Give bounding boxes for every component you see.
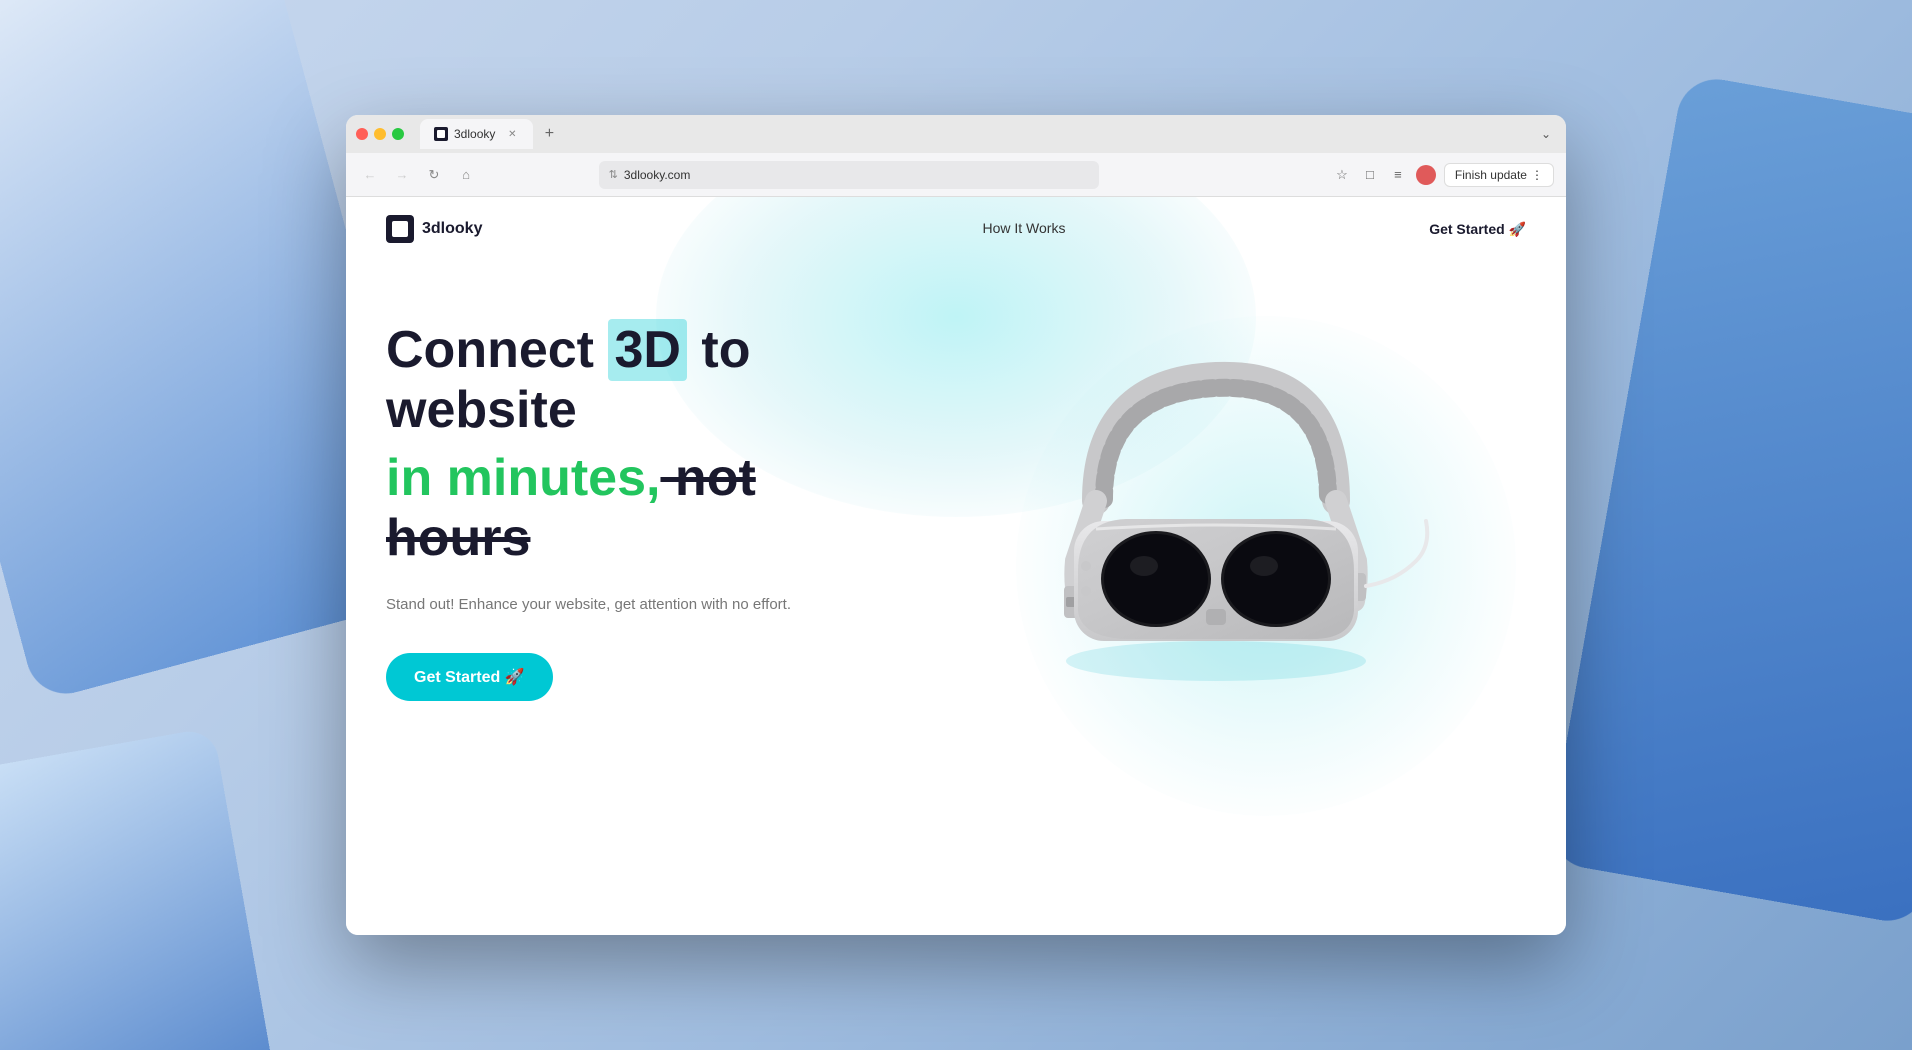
hero-right — [906, 321, 1526, 701]
website-content: 3dlooky How It Works Get Started 🚀 Conne… — [346, 197, 1566, 935]
user-avatar[interactable] — [1416, 165, 1436, 185]
address-right-controls: ☆ □ ≡ Finish update ⋮ — [1332, 163, 1554, 187]
hero-cta-label: Get Started 🚀 — [414, 667, 525, 687]
active-tab[interactable]: 3dlooky ✕ — [420, 119, 533, 149]
extensions-icon[interactable]: □ — [1360, 165, 1380, 185]
hero-title-line1: Connect 3D to website — [386, 321, 906, 441]
url-bar[interactable]: ⇅ 3dlooky.com — [599, 161, 1099, 189]
hero-title-connect: Connect — [386, 321, 608, 379]
address-bar: ← → ↻ ⌂ ⇅ 3dlooky.com ☆ □ ≡ Finish updat… — [346, 153, 1566, 197]
tab-group: 3dlooky ✕ + — [420, 119, 561, 149]
hero-title-line2: in minutes, not hours — [386, 449, 906, 569]
toolbar-icon[interactable]: ≡ — [1388, 165, 1408, 185]
home-button[interactable]: ⌂ — [454, 163, 478, 187]
more-options-icon: ⋮ — [1531, 168, 1543, 182]
finish-update-button[interactable]: Finish update ⋮ — [1444, 163, 1554, 187]
bg-shape-bottom-left — [0, 727, 282, 1050]
finish-update-label: Finish update — [1455, 168, 1527, 182]
logo-icon — [386, 215, 414, 243]
tab-favicon-inner — [437, 130, 445, 138]
bookmark-icon[interactable]: ☆ — [1332, 165, 1352, 185]
hero-title-3d: 3D — [608, 319, 686, 381]
forward-button[interactable]: → — [390, 163, 414, 187]
traffic-lights — [356, 128, 404, 140]
nav-links: How It Works — [982, 220, 1065, 238]
traffic-light-minimize[interactable] — [374, 128, 386, 140]
traffic-light-maximize[interactable] — [392, 128, 404, 140]
hero-cta-button[interactable]: Get Started 🚀 — [386, 653, 553, 701]
tab-dropdown-button[interactable]: ⌄ — [1536, 124, 1556, 144]
tab-close-button[interactable]: ✕ — [505, 127, 519, 141]
back-button[interactable]: ← — [358, 163, 382, 187]
url-text: 3dlooky.com — [624, 168, 690, 182]
browser-window: 3dlooky ✕ + ⌄ ← → ↻ ⌂ ⇅ 3dlooky.com ☆ □ — [346, 115, 1566, 935]
refresh-button[interactable]: ↻ — [422, 163, 446, 187]
nav-cta-label: Get Started 🚀 — [1429, 221, 1526, 238]
bg-shape-right — [1545, 73, 1912, 927]
hero-left: Connect 3D to website in minutes, not ho… — [386, 321, 906, 700]
logo-icon-inner — [392, 221, 408, 237]
nav-cta-button[interactable]: Get Started 🚀 — [1429, 221, 1526, 238]
hero-section: Connect 3D to website in minutes, not ho… — [346, 261, 1566, 741]
tab-title: 3dlooky — [454, 127, 495, 141]
new-tab-button[interactable]: + — [537, 122, 561, 146]
vr-headset-illustration — [996, 321, 1436, 701]
site-nav: 3dlooky How It Works Get Started 🚀 — [346, 197, 1566, 261]
tab-favicon — [434, 127, 448, 141]
nav-link-how-it-works[interactable]: How It Works — [982, 220, 1065, 236]
logo-text: 3dlooky — [422, 220, 482, 238]
traffic-light-close[interactable] — [356, 128, 368, 140]
hero-title-in-minutes: in minutes, — [386, 449, 660, 507]
tab-bar: 3dlooky ✕ + ⌄ — [346, 115, 1566, 153]
vr-headset-svg — [996, 321, 1436, 701]
site-logo[interactable]: 3dlooky — [386, 215, 482, 243]
hero-subtitle: Stand out! Enhance your website, get att… — [386, 593, 906, 617]
tab-right-controls: ⌄ — [1536, 124, 1556, 144]
